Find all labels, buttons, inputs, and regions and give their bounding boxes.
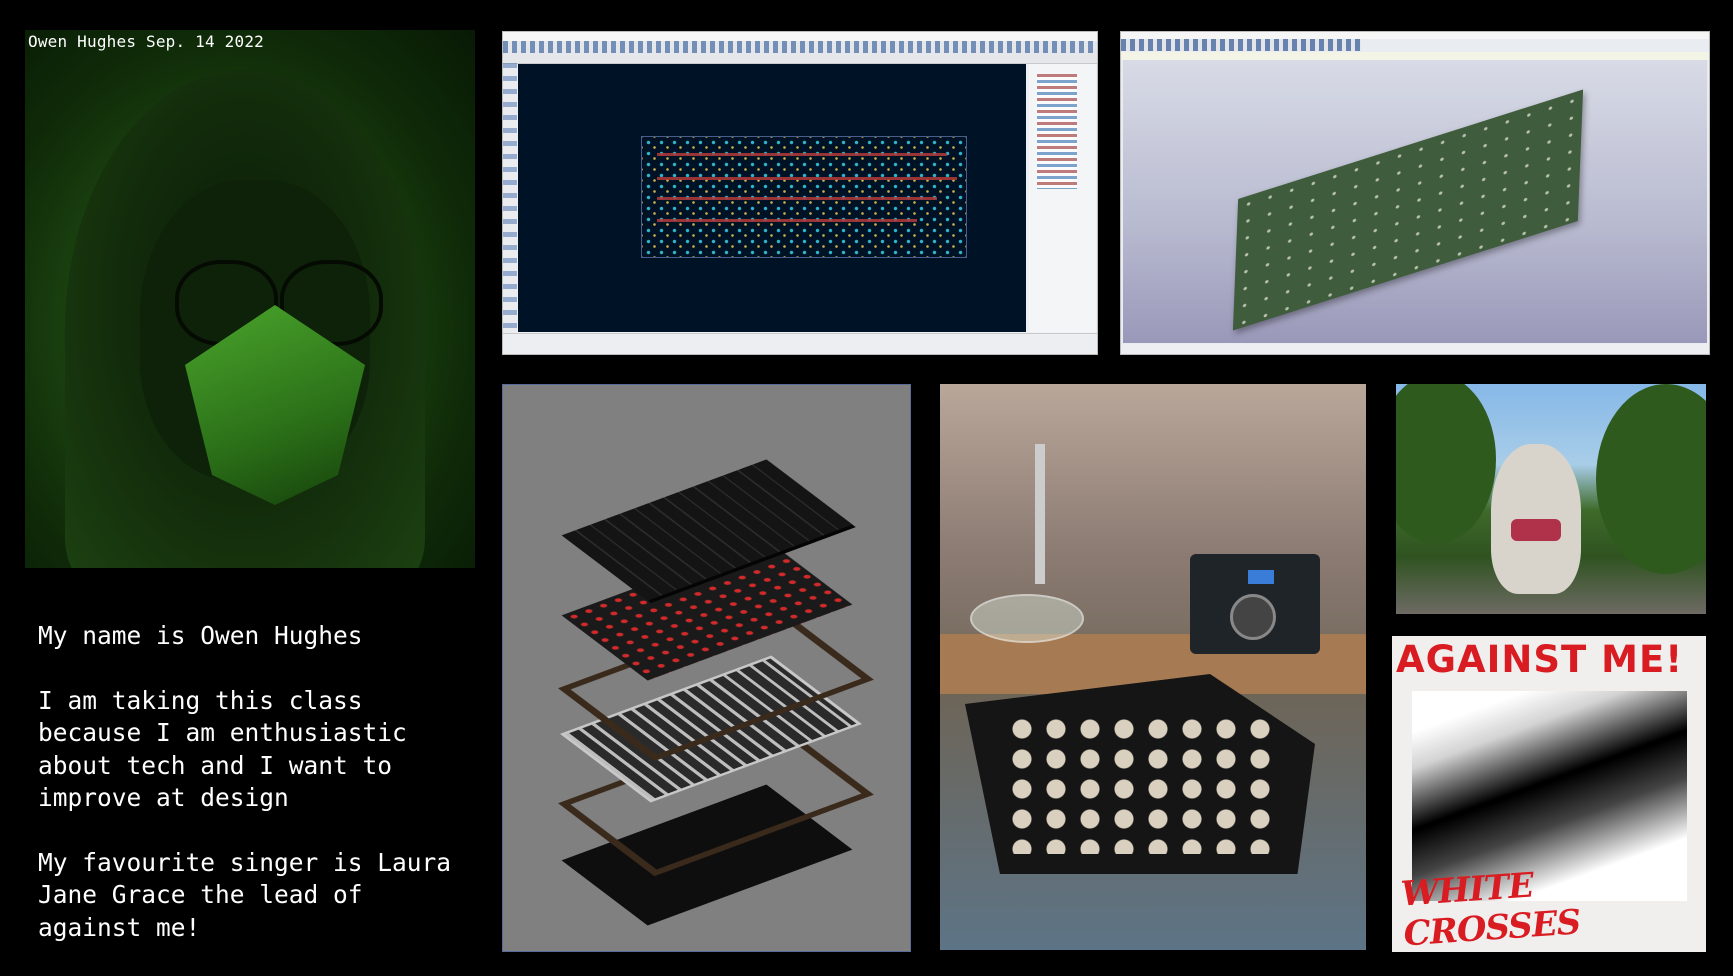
dog-photo (1396, 384, 1706, 614)
pcb-editor-options-bar (503, 53, 1097, 64)
webcam-caption: Owen Hughes Sep. 14 2022 (28, 32, 264, 51)
intro-reason: I am taking this class because I am enth… (38, 685, 407, 813)
3d-viewer-message-bar (1121, 52, 1709, 60)
pcb-trace (657, 219, 917, 222)
pcb-editor-statusbar (503, 333, 1097, 354)
exploded-keyboard-render (502, 384, 911, 952)
soldering-station (1190, 554, 1320, 654)
album-cover: AGAINST ME! WHITE CROSSES (1392, 636, 1706, 952)
3d-viewer-menubar (1121, 32, 1709, 39)
glass-stem (1035, 444, 1045, 584)
pcb-editor-menubar (503, 32, 1097, 41)
pcb-board-outline (641, 136, 967, 258)
pcb-layer-list (1037, 74, 1077, 189)
pcb-trace (657, 177, 957, 180)
intro-name: My name is Owen Hughes (38, 621, 363, 650)
split-keyboard-case (965, 674, 1315, 874)
dog-harness (1511, 519, 1561, 541)
station-display (1248, 570, 1274, 584)
intro-singer: My favourite singer is Laura Jane Grace … (38, 847, 452, 942)
keyboard-switches-wired (1005, 714, 1275, 854)
pcb-editor-layers-panel (1029, 64, 1096, 332)
tree-left (1396, 384, 1496, 544)
3d-viewer-statusbar (1121, 344, 1709, 354)
pcb-editor-left-toolbar (503, 63, 517, 334)
pcb-editor-canvas (518, 64, 1026, 332)
pcb-trace (657, 153, 947, 156)
soldering-photo (940, 384, 1366, 950)
pcb-editor-screenshot (502, 31, 1098, 355)
album-title: AGAINST ME! (1396, 638, 1684, 681)
3d-viewer-screenshot (1120, 31, 1710, 355)
pcb-trace (657, 197, 937, 200)
slide: Owen Hughes Sep. 14 2022 My name is Owen… (0, 0, 1733, 975)
3d-viewer-toolbar (1121, 39, 1361, 51)
3d-viewer-scene (1123, 60, 1707, 343)
tree-right (1596, 384, 1706, 574)
pcb-3d-model (1232, 89, 1584, 331)
intro-text: My name is Owen Hughes I am taking this … (38, 620, 458, 976)
webcam-photo: Owen Hughes Sep. 14 2022 (25, 30, 475, 568)
glass-bowl (970, 594, 1084, 643)
pcb-editor-toolbar (503, 41, 1097, 53)
station-knob (1230, 594, 1276, 640)
